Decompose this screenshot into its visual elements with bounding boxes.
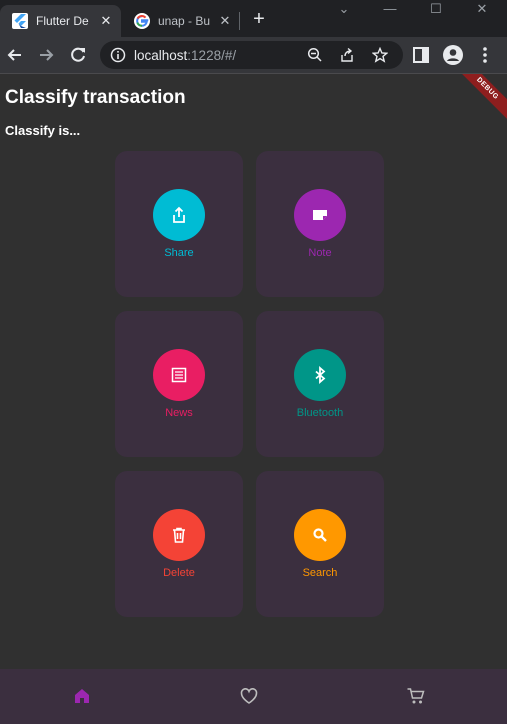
share-icon bbox=[153, 189, 205, 241]
tab-close-icon[interactable]: ✕ bbox=[97, 13, 115, 29]
zoom-out-icon[interactable] bbox=[307, 47, 323, 63]
site-info-icon[interactable] bbox=[110, 47, 126, 63]
home-icon[interactable] bbox=[72, 686, 92, 706]
reload-icon[interactable] bbox=[67, 44, 89, 66]
new-tab-button[interactable]: + bbox=[249, 9, 269, 29]
share-label: Share bbox=[164, 247, 194, 259]
page-viewport: Classify transaction Classify is... DEBU… bbox=[0, 74, 507, 724]
tab-title: Flutter De bbox=[36, 14, 89, 28]
news-icon bbox=[153, 349, 205, 401]
google-icon bbox=[134, 13, 150, 29]
search-card[interactable]: Search bbox=[256, 471, 384, 617]
tab-google-search[interactable]: unap - Bu ✕ bbox=[122, 5, 240, 37]
delete-icon bbox=[153, 509, 205, 561]
news-card[interactable]: News bbox=[115, 311, 243, 457]
page-subtitle: Classify is... bbox=[5, 123, 81, 138]
maximize-button[interactable]: ☐ bbox=[413, 0, 459, 20]
bookmark-star-icon[interactable] bbox=[372, 47, 388, 63]
flutter-icon bbox=[12, 13, 28, 29]
note-label: Note bbox=[308, 247, 332, 259]
heart-icon[interactable] bbox=[239, 686, 259, 706]
search-icon bbox=[294, 509, 346, 561]
forward-arrow-icon[interactable] bbox=[35, 44, 57, 66]
bluetooth-card[interactable]: Bluetooth bbox=[256, 311, 384, 457]
minimize-button[interactable]: — bbox=[367, 0, 413, 20]
share-page-icon[interactable] bbox=[339, 47, 355, 63]
share-card[interactable]: Share bbox=[115, 151, 243, 297]
address-bar[interactable]: localhost:1228/#/ bbox=[100, 41, 403, 69]
news-label: News bbox=[165, 407, 193, 419]
cart-icon[interactable] bbox=[406, 686, 426, 706]
search-label: Search bbox=[302, 567, 338, 579]
note-card[interactable]: Note bbox=[256, 151, 384, 297]
tab-close-icon[interactable]: ✕ bbox=[216, 13, 234, 29]
tab-strip: Flutter De ✕ unap - Bu ✕ + ⌄ — ☐ ✕ bbox=[0, 0, 507, 37]
url-host: localhost bbox=[134, 48, 188, 63]
side-panel-icon[interactable] bbox=[410, 44, 432, 66]
url-path: :1228/#/ bbox=[187, 48, 237, 63]
bluetooth-icon bbox=[294, 349, 346, 401]
page-title: Classify transaction bbox=[5, 87, 186, 108]
bluetooth-label: Bluetooth bbox=[296, 407, 344, 419]
url-text[interactable]: localhost:1228/#/ bbox=[134, 48, 236, 63]
more-options-icon[interactable] bbox=[474, 44, 496, 66]
note-icon bbox=[294, 189, 346, 241]
tab-flutter-demo[interactable]: Flutter De ✕ bbox=[0, 5, 121, 37]
close-window-button[interactable]: ✕ bbox=[459, 0, 505, 20]
tab-search-chevron-icon[interactable]: ⌄ bbox=[321, 0, 367, 20]
bottom-navigation bbox=[0, 669, 507, 724]
tab-title: unap - Bu bbox=[158, 14, 211, 28]
debug-banner: DEBUG bbox=[448, 74, 507, 128]
tab-divider bbox=[239, 12, 240, 30]
profile-avatar-icon[interactable] bbox=[442, 44, 464, 66]
delete-card[interactable]: Delete bbox=[115, 471, 243, 617]
browser-toolbar: localhost:1228/#/ bbox=[0, 37, 507, 73]
back-arrow-icon[interactable] bbox=[4, 44, 26, 66]
delete-label: Delete bbox=[163, 567, 195, 579]
